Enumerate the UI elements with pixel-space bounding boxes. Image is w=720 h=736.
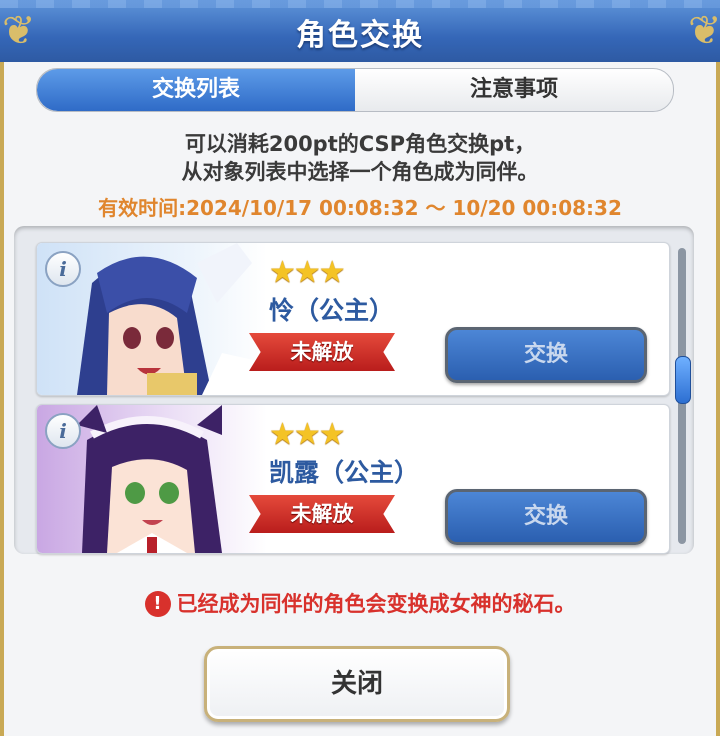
tab-exchange-list[interactable]: 交换列表 xyxy=(37,69,355,111)
close-button[interactable]: 关闭 xyxy=(204,646,510,722)
character-exchange-dialog: ❦ 角色交换 ❦ 交换列表 注意事项 可以消耗200pt的CSP角色交换pt， … xyxy=(0,0,720,736)
info-icon[interactable]: i xyxy=(45,413,81,449)
warning-text: 已经成为同伴的角色会变换成女神的秘石。 xyxy=(176,592,576,616)
status-badge: 未解放 xyxy=(249,495,395,533)
character-name: 怜（公主） xyxy=(269,296,395,325)
warning-message: ! 已经成为同伴的角色会变换成女神的秘石。 xyxy=(0,588,720,618)
character-card: i ★★★ 怜（公主） 未解放 交换 xyxy=(36,242,670,396)
info-icon[interactable]: i xyxy=(45,251,81,287)
warning-icon: ! xyxy=(144,591,171,617)
description-line-1: 可以消耗200pt的CSP角色交换pt， xyxy=(184,132,536,156)
dialog-title: 角色交换 xyxy=(296,18,424,53)
exchange-button[interactable]: 交换 xyxy=(445,327,647,383)
exchange-button[interactable]: 交换 xyxy=(445,489,647,545)
description-line-2: 从对象列表中选择一个角色成为同伴。 xyxy=(181,160,539,184)
status-badge: 未解放 xyxy=(249,333,395,371)
list-scroll-thumb[interactable] xyxy=(675,356,691,404)
dialog-header: ❦ 角色交换 ❦ xyxy=(0,0,720,65)
tab-bar: 交换列表 注意事项 xyxy=(36,68,674,112)
tab-notes[interactable]: 注意事项 xyxy=(355,69,673,111)
character-portrait: i xyxy=(37,405,267,553)
star-rating: ★★★ xyxy=(269,417,346,452)
character-card: i ★★★ 凯露（公主） 未解放 交换 xyxy=(36,404,670,554)
character-name: 凯露（公主） xyxy=(269,458,420,487)
character-portrait: i xyxy=(37,243,267,395)
valid-period: 有效时间:2024/10/17 00:08:32 ～ 10/20 00:08:3… xyxy=(98,196,622,220)
star-rating: ★★★ xyxy=(269,255,346,290)
ornament-right-icon: ❦ xyxy=(688,8,720,54)
